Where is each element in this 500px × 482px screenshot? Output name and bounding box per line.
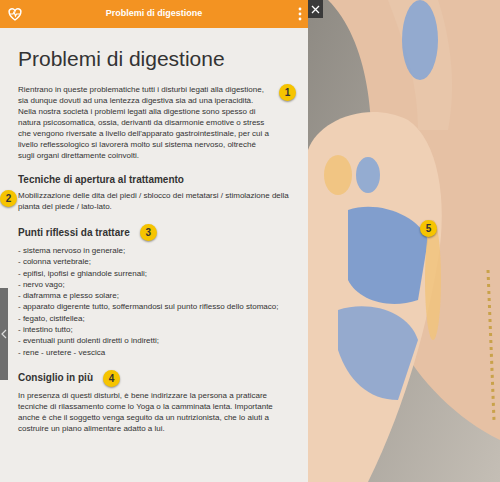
intro: Rientrano in queste problematiche tutti … [18,84,296,161]
foot-model-icon [308,0,500,482]
reflex-item: - rene - uretere - vescica [18,347,296,358]
reflex-item: - intestino tutto; [18,324,296,335]
section-heading: Consiglio in più [18,371,93,385]
step-badge: 5 [420,220,437,237]
reflex-item: - diaframma e plesso solare; [18,290,296,301]
step-badge: 3 [140,224,157,241]
section-heading: Tecniche di apertura al trattamento [18,173,184,187]
article-heading: Problemi di digestione [18,46,296,72]
close-button[interactable] [308,0,323,18]
section-heading: Punti riflessi da trattare [18,226,130,240]
step-badge: 4 [103,370,120,387]
article-section: Punti riflessi da trattare 3 - sistema ner… [18,224,296,358]
reflex-item: - epifisi, ipofisi e ghiandole surrenali… [18,268,296,279]
section-body: Mobilizzazione delle dita dei piedi / sb… [18,190,296,212]
section-heading-row: Consiglio in più 4 [18,370,296,387]
step-badge: 2 [0,190,17,207]
reflex-item: - sistema nervoso in generale; [18,245,296,256]
section-text: In presenza di questi disturbi, è bene i… [18,390,296,434]
heart-icon [6,5,24,23]
reflex-item: - fegato, cistifellea; [18,313,296,324]
reflex-item: - colonna vertebrale; [18,256,296,267]
section-text: Mobilizzazione delle dita dei piedi / sb… [18,190,296,212]
chevron-left-icon [1,329,7,339]
reflex-item: - apparato digerente tutto, soffermandos… [18,301,296,312]
foot-viewer[interactable]: 5 [308,0,500,482]
article-section: Tecniche di apertura al trattamento Mobil… [18,173,296,212]
step-badge: 1 [279,84,296,101]
menu-icon[interactable] [298,7,302,21]
info-panel: Problemi di digestioneProblemi di digest… [0,0,308,482]
section-heading-row: Punti riflessi da trattare 3 [18,224,296,241]
reflex-item: - nervo vago; [18,279,296,290]
reflex-list: - sistema nervoso in generale;- colonna … [18,245,296,358]
collapse-tab[interactable] [0,288,8,380]
section-heading-row: Tecniche di apertura al trattamento [18,173,296,187]
panel-title: Problemi di digestione [106,7,203,21]
reflex-item: - eventuali punti dolenti diretti o indi… [18,335,296,346]
article: Problemi di digestione Rientrano in quest… [0,28,308,434]
intro-text: Rientrano in queste problematiche tutti … [18,84,270,161]
close-icon [311,5,320,14]
panel-header: Problemi di digestione [0,0,308,28]
article-section: Consiglio in più 4 In presenza di questi d… [18,370,296,434]
